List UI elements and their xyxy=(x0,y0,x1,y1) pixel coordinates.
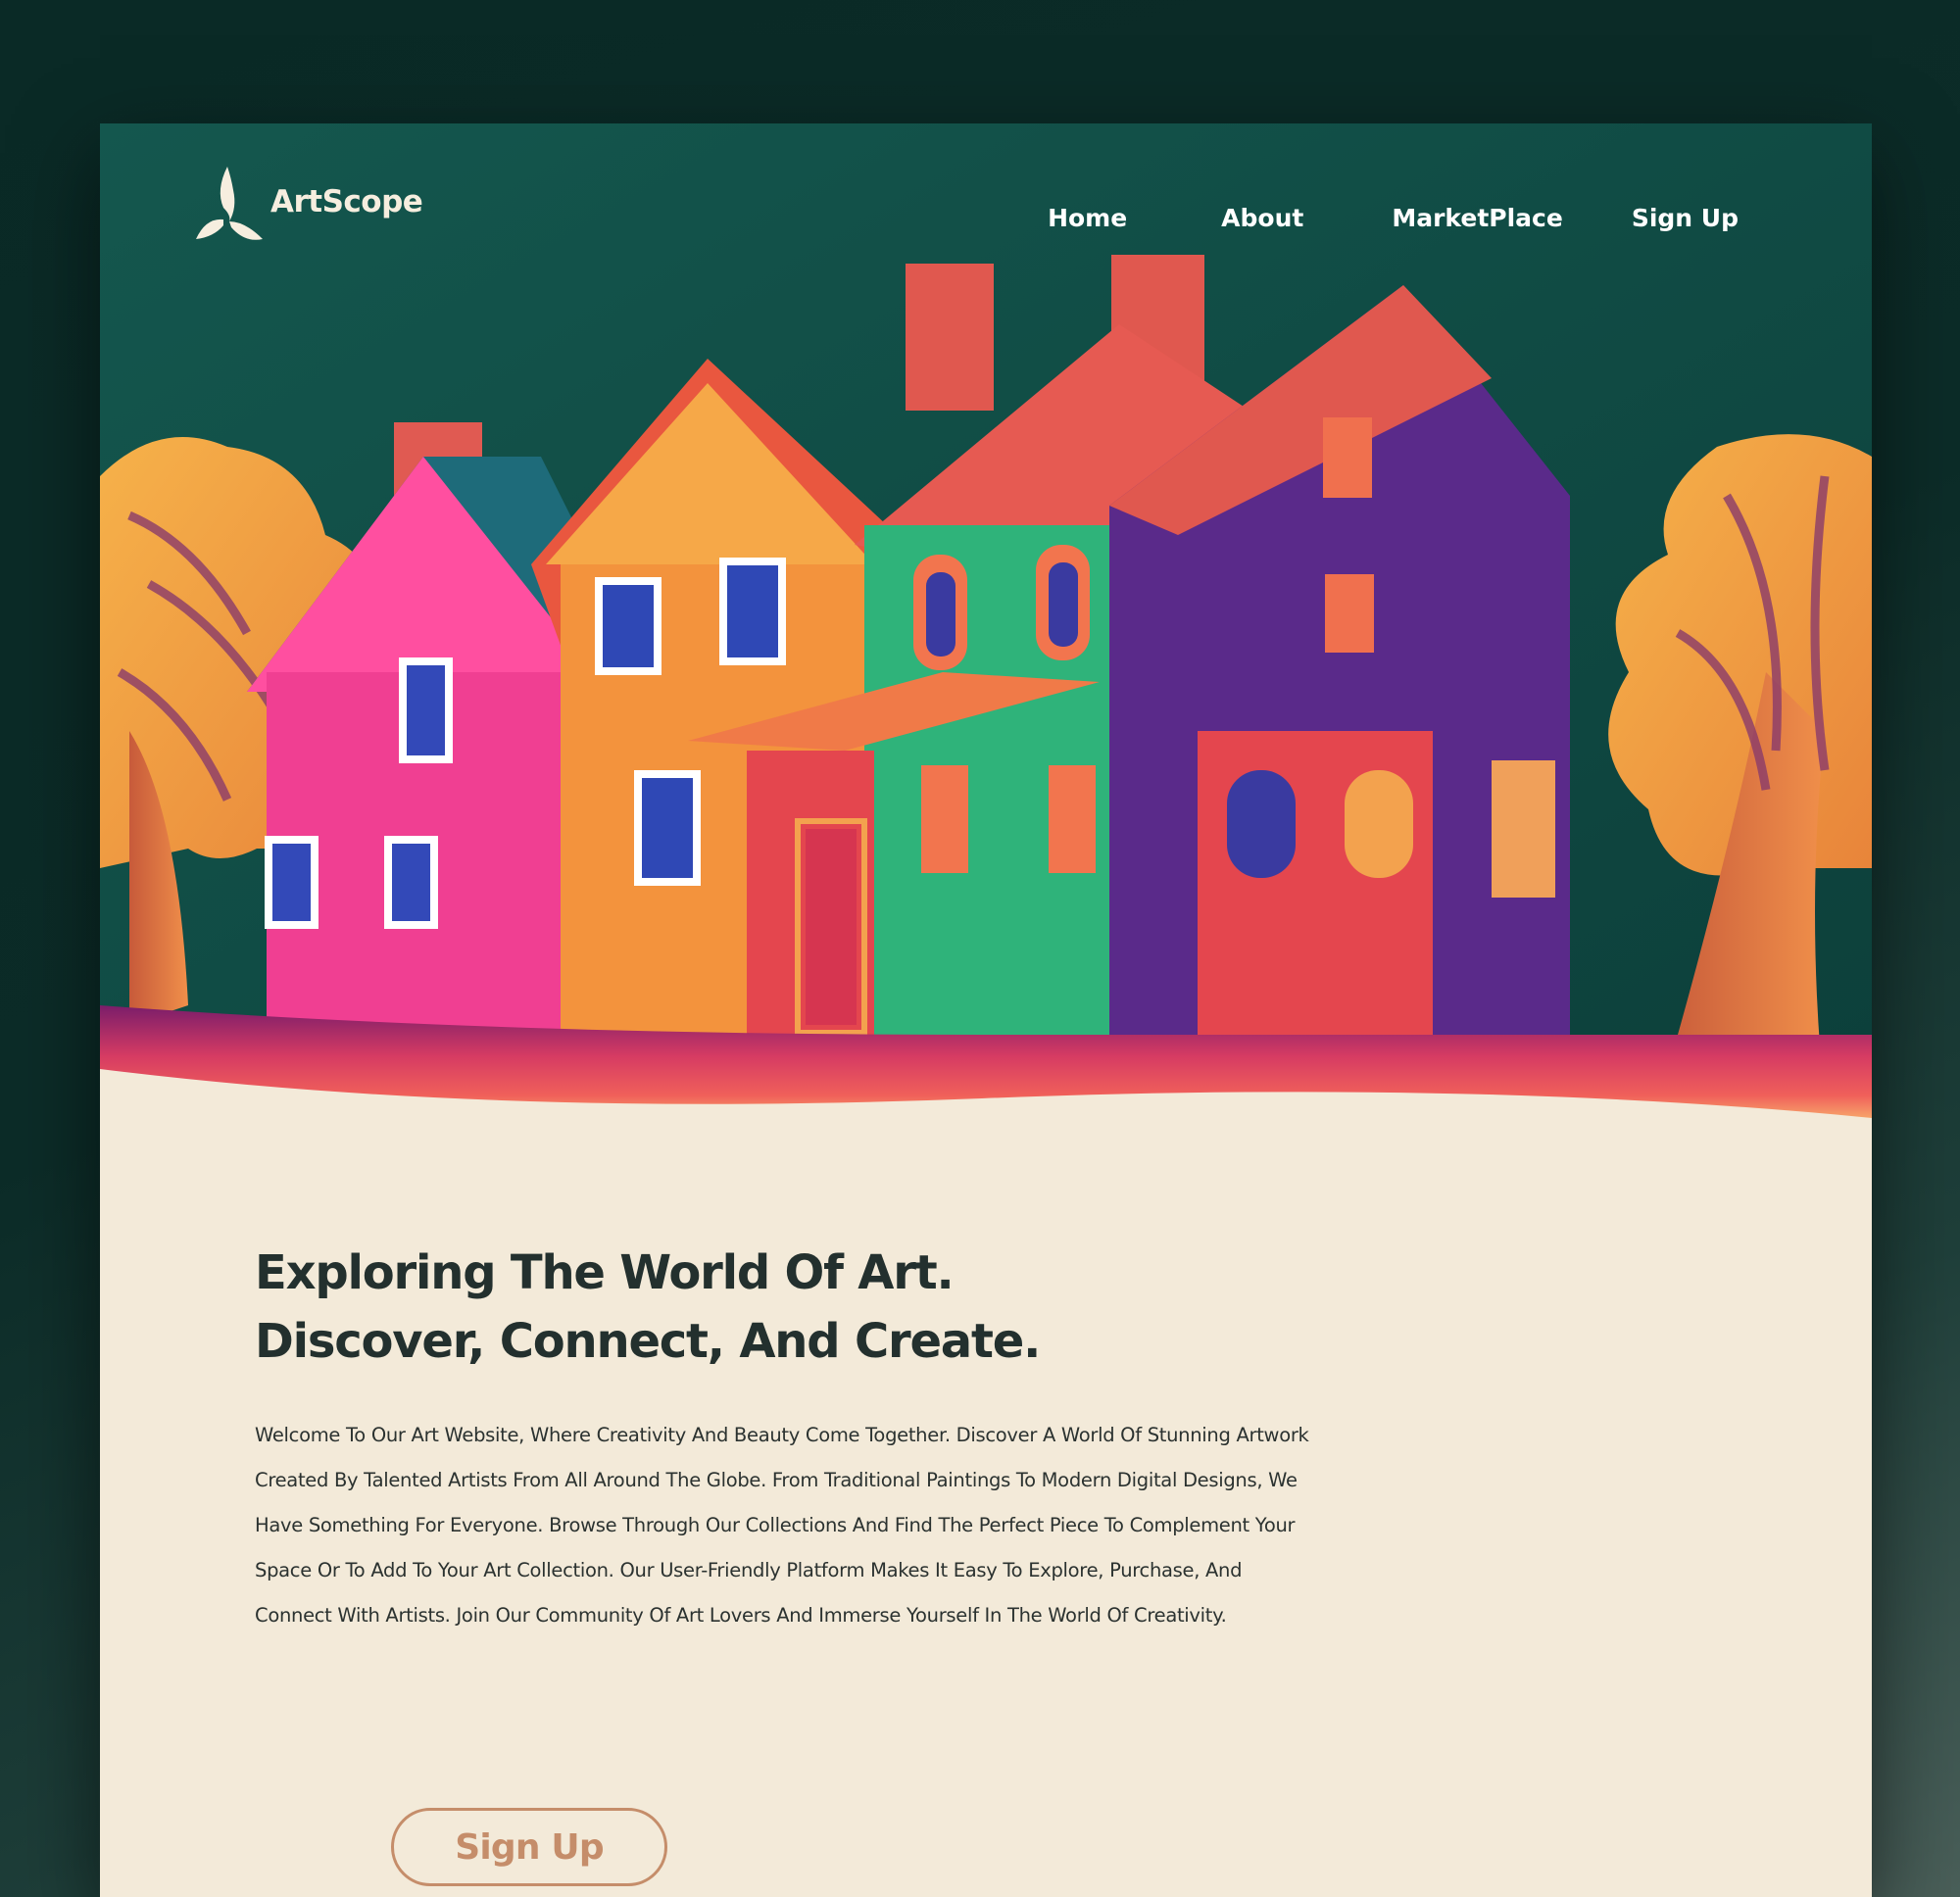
brand-logo[interactable]: ArtScope xyxy=(194,161,423,245)
nav-marketplace[interactable]: MarketPlace xyxy=(1392,204,1562,232)
leaf-swirl-logo-icon xyxy=(196,167,263,240)
hero-illustration xyxy=(100,123,1872,1152)
hero-section: ArtScope Home About MarketPlace Sign Up xyxy=(100,123,1872,1152)
landing-page: ArtScope Home About MarketPlace Sign Up … xyxy=(100,123,1872,1897)
intro-paragraph: Welcome To Our Art Website, Where Creati… xyxy=(255,1424,1309,1627)
nav-about[interactable]: About xyxy=(1221,204,1303,232)
main-nav: Home About MarketPlace Sign Up xyxy=(1048,204,1739,232)
headline-line-2: Discover, Connect, And Create. xyxy=(255,1314,1041,1369)
brand-name: ArtScope xyxy=(270,184,423,219)
intro-section: Exploring The World Of Art. Discover, Co… xyxy=(255,1239,1333,1638)
headline-line-1: Exploring The World Of Art. xyxy=(255,1245,955,1300)
sign-up-button[interactable]: Sign Up xyxy=(391,1808,667,1886)
page-headline: Exploring The World Of Art. Discover, Co… xyxy=(255,1239,1333,1376)
nav-sign-up[interactable]: Sign Up xyxy=(1632,204,1739,232)
nav-home[interactable]: Home xyxy=(1048,204,1127,232)
